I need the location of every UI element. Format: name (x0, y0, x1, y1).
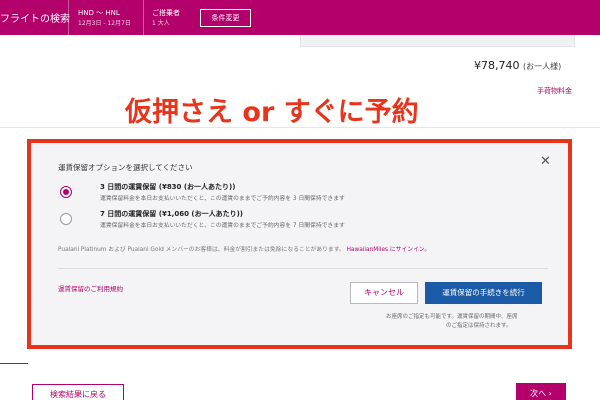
top-header: フライトの検索 HND 〜 HNL 12月3日 - 12月7日 ご搭乗者 1 大… (0, 0, 600, 35)
price-unit: (お一人様) (523, 62, 562, 71)
option-7day-title: 7 日間の運賃保留 (¥1,060 (お一人あたり)) (100, 210, 243, 218)
baggage-fee-link[interactable]: 手荷物料金 (537, 86, 572, 96)
annotation-text: 仮押さえ or すぐに予約 (125, 97, 419, 128)
section-divider (0, 127, 600, 128)
back-to-results-button[interactable]: 検索結果に戻る (32, 384, 124, 400)
footnote-line-2: のご指定は保持されます。 (446, 323, 512, 329)
terms-link[interactable]: 運賃保留のご利用規約 (58, 283, 123, 293)
option-7day-description: 運賃保留料金を本日お支払いいただくと、この運賃のままでご予約内容を 7 日間保持… (100, 223, 345, 229)
modal-divider (58, 268, 548, 269)
continue-hold-button[interactable]: 運賃保留の手続きを続行 (425, 282, 542, 304)
footnote-line-1: お座席のご指定も可能です。運賃保留の期間中、座席 (386, 314, 518, 320)
radio-selected-dot (63, 189, 69, 195)
member-note-text: Pualani Platinum および Pualani Gold メンバーのお… (58, 247, 345, 253)
header-divider (143, 0, 144, 35)
passengers-value: 1 大人 (152, 20, 170, 27)
edge-line (0, 363, 28, 364)
price-summary: ¥78,740 (お一人様) (474, 59, 561, 72)
modal-heading: 運賃保留オプションを選択してください (58, 163, 193, 172)
cancel-button[interactable]: キャンセル (350, 282, 418, 304)
travel-dates: 12月3日 - 12月7日 (78, 20, 131, 27)
next-button[interactable]: 次へ › (516, 383, 566, 400)
page-title: フライトの検索 (0, 14, 70, 25)
route-text: HND 〜 HNL (78, 9, 120, 17)
option-7day-radio[interactable] (60, 213, 72, 225)
change-conditions-button[interactable]: 条件変更 (200, 9, 251, 27)
option-3day-title: 3 日間の運賃保留 (¥830 (お一人あたり)) (100, 183, 236, 191)
member-discount-note: Pualani Platinum および Pualani Gold メンバーのお… (58, 244, 430, 253)
close-icon[interactable]: ✕ (540, 155, 551, 169)
option-3day-radio[interactable] (60, 186, 72, 198)
header-divider (68, 0, 69, 35)
option-3day-description: 運賃保留料金を本日お支払いいただくと、この運賃のままでご予約内容を 3 日間保持… (100, 196, 345, 202)
fare-panel (300, 35, 575, 47)
price-amount: ¥78,740 (474, 59, 520, 72)
hawaiianmiles-signin-link[interactable]: HawaiianMiles にサインイン。 (347, 247, 431, 253)
passengers-label: ご搭乗者 (152, 9, 180, 17)
